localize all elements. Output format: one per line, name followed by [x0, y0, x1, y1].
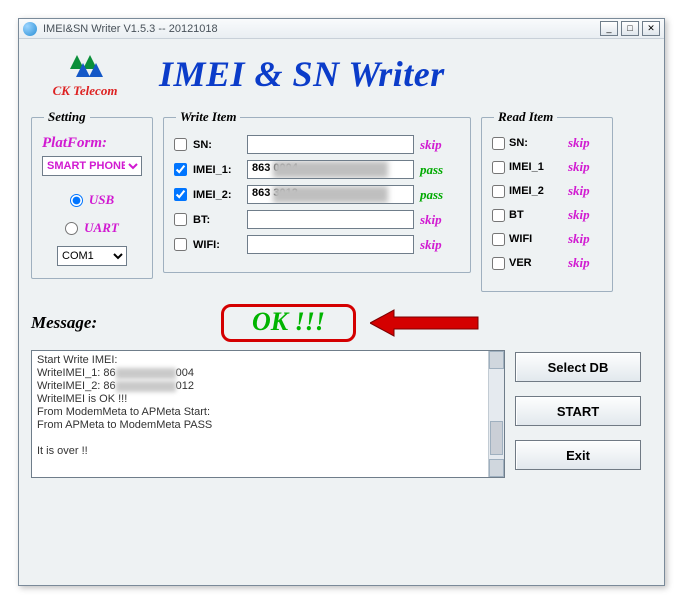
message-label: Message: — [31, 313, 155, 333]
read-status: skip — [568, 255, 602, 271]
message-row: Message: OK !!! — [31, 304, 652, 342]
write-status: pass — [420, 162, 460, 178]
read-check[interactable] — [492, 233, 505, 246]
write-label: SN: — [193, 139, 241, 151]
read-status: skip — [568, 135, 602, 151]
read-status: skip — [568, 231, 602, 247]
read-row: VER skip — [492, 255, 602, 271]
exit-button[interactable]: Exit — [515, 440, 641, 470]
read-status: skip — [568, 159, 602, 175]
read-status: skip — [568, 207, 602, 223]
write-label: WIFI: — [193, 239, 241, 251]
scrollbar[interactable] — [488, 351, 504, 477]
write-field[interactable]: 863 0004 — [247, 160, 414, 179]
app-title: IMEI & SN Writer — [159, 53, 445, 95]
read-row: IMEI_2 skip — [492, 183, 602, 199]
write-field[interactable]: 863 3012 — [247, 185, 414, 204]
write-status: skip — [420, 212, 460, 228]
write-row: IMEI_1: 863 0004 pass — [174, 160, 460, 179]
write-row: BT: skip — [174, 210, 460, 229]
write-check[interactable] — [174, 213, 187, 226]
log-line: Start Write IMEI: — [37, 354, 499, 367]
read-row: WIFI skip — [492, 231, 602, 247]
log-line: From ModemMeta to APMeta Start: — [37, 406, 499, 419]
read-label: IMEI_1 — [509, 161, 564, 173]
log-line: It is over !! — [37, 445, 499, 458]
maximize-button[interactable]: □ — [621, 21, 639, 36]
start-button[interactable]: START — [515, 396, 641, 426]
read-row: BT skip — [492, 207, 602, 223]
read-row: IMEI_1 skip — [492, 159, 602, 175]
write-field[interactable] — [247, 135, 414, 154]
com-select[interactable]: COM1 — [57, 246, 127, 266]
log-line: From APMeta to ModemMeta PASS — [37, 419, 499, 432]
write-row: IMEI_2: 863 3012 pass — [174, 185, 460, 204]
write-status: skip — [420, 237, 460, 253]
usb-radio[interactable]: USB — [70, 192, 114, 208]
setting-legend: Setting — [44, 109, 90, 125]
write-field[interactable] — [247, 210, 414, 229]
scrollbar-thumb[interactable] — [490, 421, 503, 455]
platform-label: PlatForm: — [42, 135, 142, 152]
read-label: BT — [509, 209, 564, 221]
ok-text: OK !!! — [252, 307, 325, 336]
logo-icon — [55, 49, 115, 81]
write-label: IMEI_1: — [193, 164, 241, 176]
app-window: IMEI&SN Writer V1.5.3 -- 20121018 _ □ ✕ … — [18, 18, 665, 586]
connection-radios: USB UART — [42, 192, 142, 236]
logo: CK Telecom — [31, 49, 139, 99]
usb-radio-input[interactable] — [70, 194, 83, 207]
setting-group: Setting PlatForm: SMART PHONE USB UART — [31, 109, 153, 279]
read-check[interactable] — [492, 209, 505, 222]
write-status: pass — [420, 187, 460, 203]
titlebar: IMEI&SN Writer V1.5.3 -- 20121018 _ □ ✕ — [19, 19, 664, 39]
write-label: BT: — [193, 214, 241, 226]
write-check[interactable] — [174, 188, 187, 201]
read-label: IMEI_2 — [509, 185, 564, 197]
write-check[interactable] — [174, 163, 187, 176]
write-status: skip — [420, 137, 460, 153]
log-line — [37, 432, 499, 445]
client-area: CK Telecom IMEI & SN Writer Setting Plat… — [19, 39, 664, 490]
read-label: SN: — [509, 137, 564, 149]
read-check[interactable] — [492, 161, 505, 174]
app-icon — [23, 22, 37, 36]
read-legend: Read Item — [494, 109, 557, 125]
brand-text: CK Telecom — [31, 83, 139, 99]
write-field[interactable] — [247, 235, 414, 254]
ok-highlight: OK !!! — [221, 304, 356, 342]
select-db-button[interactable]: Select DB — [515, 352, 641, 382]
write-row: WIFI: skip — [174, 235, 460, 254]
read-group: Read Item SN:skipIMEI_1skipIMEI_2skipBTs… — [481, 109, 613, 292]
read-check[interactable] — [492, 257, 505, 270]
read-check[interactable] — [492, 185, 505, 198]
close-button[interactable]: ✕ — [642, 21, 660, 36]
write-legend: Write Item — [176, 109, 240, 125]
log-line: WriteIMEI_2: 86012 — [37, 380, 499, 393]
read-row: SN: skip — [492, 135, 602, 151]
write-label: IMEI_2: — [193, 189, 241, 201]
log-line: WriteIMEI is OK !!! — [37, 393, 499, 406]
read-check[interactable] — [492, 137, 505, 150]
write-check[interactable] — [174, 238, 187, 251]
read-status: skip — [568, 183, 602, 199]
arrow-icon — [370, 308, 480, 338]
write-check[interactable] — [174, 138, 187, 151]
window-title: IMEI&SN Writer V1.5.3 -- 20121018 — [43, 23, 597, 35]
uart-radio-input[interactable] — [65, 222, 78, 235]
minimize-button[interactable]: _ — [600, 21, 618, 36]
write-group: Write Item SN:skipIMEI_1:863 0004passIME… — [163, 109, 471, 273]
write-row: SN: skip — [174, 135, 460, 154]
read-label: WIFI — [509, 233, 564, 245]
message-log[interactable]: Start Write IMEI: WriteIMEI_1: 86004 Wri… — [31, 350, 505, 478]
platform-select[interactable]: SMART PHONE — [42, 156, 142, 176]
log-line: WriteIMEI_1: 86004 — [37, 367, 499, 380]
read-label: VER — [509, 257, 564, 269]
uart-radio[interactable]: UART — [65, 220, 119, 236]
header: CK Telecom IMEI & SN Writer — [31, 49, 652, 99]
